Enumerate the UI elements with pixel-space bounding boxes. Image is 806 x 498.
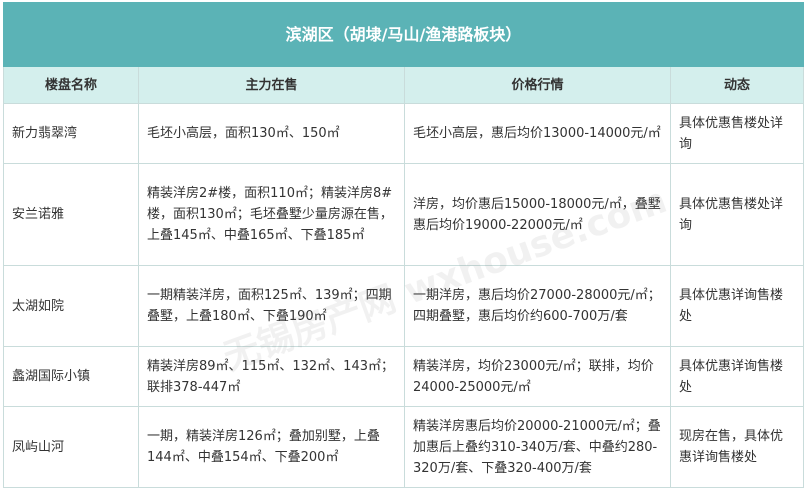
- page: 滨湖区（胡埭/马山/渔港路板块） 楼盘名称 主力在售 价格行情 动态 新力翡翠湾…: [0, 0, 806, 498]
- cell-name: 安兰诺雅: [3, 163, 139, 266]
- column-header-main-sale: 主力在售: [138, 66, 405, 104]
- table-row: 太湖如院 一期精装洋房，面积125㎡、139㎡；四期叠墅，上叠180㎡、下叠19…: [3, 265, 805, 347]
- cell-name: 新力翡翠湾: [3, 103, 139, 164]
- table-header-row: 楼盘名称 主力在售 价格行情 动态: [3, 66, 805, 104]
- table-title-row: 滨湖区（胡埭/马山/渔港路板块）: [2, 2, 805, 67]
- cell-main-sale: 毛坯小高层，面积130㎡、150㎡: [138, 103, 405, 164]
- cell-status: 具体优惠售楼处详询: [669, 163, 805, 266]
- cell-status: 具体优惠售楼处详询: [669, 103, 805, 164]
- table-row: 凤屿山河 一期，精装洋房126㎡；叠加别墅，上叠144㎡、中叠154㎡、下叠20…: [3, 406, 805, 488]
- table-row: 蠡湖国际小镇 精装洋房89㎡、115㎡、132㎡、143㎡；联排378-447㎡…: [3, 346, 805, 407]
- table-row: 新力翡翠湾 毛坯小高层，面积130㎡、150㎡ 毛坯小高层，惠后均价13000-…: [3, 103, 805, 164]
- cell-main-sale: 精装洋房89㎡、115㎡、132㎡、143㎡；联排378-447㎡: [138, 346, 405, 407]
- table-row: 安兰诺雅 精装洋房2#楼，面积110㎡；精装洋房8#楼，面积130㎡；毛坯叠墅少…: [3, 163, 805, 266]
- cell-price: 精装洋房，均价23000元/㎡；联排，均价24000-25000元/㎡: [404, 346, 671, 407]
- property-table: 滨湖区（胡埭/马山/渔港路板块） 楼盘名称 主力在售 价格行情 动态 新力翡翠湾…: [2, 2, 805, 488]
- cell-main-sale: 精装洋房2#楼，面积110㎡；精装洋房8#楼，面积130㎡；毛坯叠墅少量房源在售…: [138, 163, 405, 266]
- cell-main-sale: 一期精装洋房，面积125㎡、139㎡；四期叠墅，上叠180㎡、下叠190㎡: [138, 265, 405, 347]
- cell-status: 现房在售，具体优惠详询售楼处: [669, 406, 805, 488]
- cell-price: 精装洋房惠后均价20000-21000元/㎡；叠加惠后上叠约310-340万/套…: [404, 406, 671, 488]
- cell-status: 具体优惠详询售楼处: [669, 346, 805, 407]
- cell-price: 洋房，均价惠后15000-18000元/㎡，叠墅惠后均价19000-22000元…: [404, 163, 671, 266]
- cell-name: 太湖如院: [3, 265, 139, 347]
- cell-main-sale: 一期，精装洋房126㎡；叠加别墅，上叠144㎡、中叠154㎡、下叠200㎡: [138, 406, 405, 488]
- table-title: 滨湖区（胡埭/马山/渔港路板块）: [2, 2, 805, 67]
- cell-price: 毛坯小高层，惠后均价13000-14000元/㎡: [404, 103, 671, 164]
- cell-name: 凤屿山河: [3, 406, 139, 488]
- cell-price: 一期洋房，惠后均价27000-28000元/㎡；四期叠墅，惠后均价约600-70…: [404, 265, 671, 347]
- column-header-price: 价格行情: [404, 66, 671, 104]
- column-header-name: 楼盘名称: [3, 66, 139, 104]
- cell-status: 具体优惠详询售楼处: [669, 265, 805, 347]
- column-header-status: 动态: [669, 66, 805, 104]
- cell-name: 蠡湖国际小镇: [3, 346, 139, 407]
